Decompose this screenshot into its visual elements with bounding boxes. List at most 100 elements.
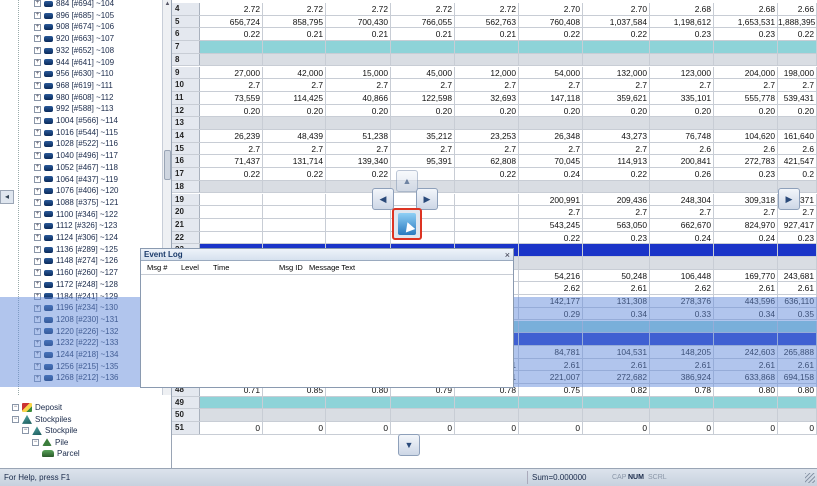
table-cell[interactable]	[391, 53, 455, 66]
table-cell[interactable]: 200,841	[650, 155, 714, 168]
table-cell[interactable]: 142,177	[519, 295, 583, 307]
table-cell[interactable]: 169,770	[714, 269, 778, 282]
tree-item[interactable]: +1268 [#212] ~136	[34, 372, 119, 384]
table-cell[interactable]	[583, 53, 650, 66]
table-cell[interactable]	[455, 409, 519, 422]
table-cell[interactable]	[263, 231, 326, 244]
table-cell[interactable]	[714, 244, 778, 256]
table-cell[interactable]: 122,598	[391, 91, 455, 104]
table-cell[interactable]: 0	[326, 422, 391, 434]
tree-item[interactable]: +992 [#588] ~113	[34, 103, 113, 115]
table-cell[interactable]: 2.7	[263, 142, 326, 155]
table-cell[interactable]: 0.21	[263, 28, 326, 41]
expand-icon[interactable]: +	[34, 152, 41, 160]
table-cell[interactable]	[778, 333, 817, 345]
row-header[interactable]: 50	[172, 409, 200, 422]
expand-icon[interactable]: +	[34, 175, 41, 183]
dock-center-target[interactable]	[392, 208, 422, 240]
table-cell[interactable]: 0.22	[455, 168, 519, 180]
table-cell[interactable]: 0.20	[263, 104, 326, 117]
table-cell[interactable]: 1,037,584	[583, 15, 650, 28]
table-cell[interactable]: 2.7	[200, 79, 263, 91]
table-cell[interactable]: 272,783	[714, 155, 778, 168]
col-msg-id[interactable]: Msg ID	[279, 261, 303, 275]
table-cell[interactable]: 0.33	[650, 307, 714, 320]
table-cell[interactable]	[714, 320, 778, 333]
table-cell[interactable]: 0.29	[519, 307, 583, 320]
table-cell[interactable]	[650, 41, 714, 53]
table-cell[interactable]	[519, 396, 583, 409]
table-cell[interactable]	[778, 117, 817, 129]
row-header[interactable]: 22	[172, 231, 200, 244]
expand-icon[interactable]: +	[34, 210, 41, 218]
table-cell[interactable]: 114,913	[583, 155, 650, 168]
table-cell[interactable]: 73,559	[200, 91, 263, 104]
table-cell[interactable]	[519, 244, 583, 256]
table-cell[interactable]: 0.20	[519, 104, 583, 117]
table-cell[interactable]	[778, 396, 817, 409]
table-cell[interactable]: 2.61	[650, 358, 714, 371]
table-cell[interactable]	[519, 117, 583, 129]
table-cell[interactable]: 40,866	[326, 91, 391, 104]
tree-collapse-left-icon[interactable]: ◂	[0, 190, 14, 204]
table-cell[interactable]: 2.68	[714, 3, 778, 15]
table-cell[interactable]	[200, 218, 263, 231]
table-cell[interactable]	[455, 206, 519, 218]
table-cell[interactable]: 2.7	[583, 79, 650, 91]
table-cell[interactable]: 539,431	[778, 91, 817, 104]
table-cell[interactable]	[326, 396, 391, 409]
table-cell[interactable]: 0	[650, 422, 714, 434]
table-cell[interactable]: 2.72	[200, 3, 263, 15]
table-row[interactable]: 17 0.22 0.22 0.22 0.22 0.24 0.22 0.26 0.23 0.2	[172, 168, 817, 181]
table-cell[interactable]: 1,888,395	[778, 15, 817, 28]
table-cell[interactable]: 421,547	[778, 155, 817, 168]
table-cell[interactable]	[650, 257, 714, 269]
table-cell[interactable]: 2.6	[778, 142, 817, 155]
table-cell[interactable]: 54,000	[519, 66, 583, 79]
table-cell[interactable]	[583, 396, 650, 409]
table-cell[interactable]: 54,216	[519, 269, 583, 282]
table-cell[interactable]: 0.24	[714, 231, 778, 244]
table-cell[interactable]	[263, 180, 326, 193]
table-cell[interactable]: 0.24	[519, 168, 583, 180]
table-cell[interactable]: 0.22	[519, 28, 583, 41]
table-cell[interactable]: 0.20	[650, 104, 714, 117]
col-msg-num[interactable]: Msg #	[147, 261, 167, 275]
table-cell[interactable]: 0.20	[326, 104, 391, 117]
table-cell[interactable]	[455, 218, 519, 231]
table-cell[interactable]: 0.20	[391, 104, 455, 117]
table-row[interactable]: 15 2.7 2.7 2.7 2.7 2.7 2.7 2.7 2.6 2.6 2.6	[172, 142, 817, 156]
table-cell[interactable]: 662,670	[650, 218, 714, 231]
table-cell[interactable]: 131,714	[263, 155, 326, 168]
table-cell[interactable]	[519, 333, 583, 345]
tree-item-stock[interactable]: − Stockpiles	[12, 414, 71, 426]
table-cell[interactable]	[714, 53, 778, 66]
row-header[interactable]: 18	[172, 180, 200, 193]
table-cell[interactable]: 272,682	[583, 371, 650, 383]
table-cell[interactable]: 2.61	[714, 282, 778, 295]
table-cell[interactable]: 2.7	[714, 206, 778, 218]
table-cell[interactable]	[263, 409, 326, 422]
table-cell[interactable]: 543,245	[519, 218, 583, 231]
table-cell[interactable]: 278,376	[650, 295, 714, 307]
tree-item[interactable]: +1172 [#248] ~128	[34, 279, 118, 291]
table-cell[interactable]: 48,439	[263, 130, 326, 142]
row-header[interactable]: 20	[172, 206, 200, 218]
table-cell[interactable]: 0.22	[200, 168, 263, 180]
table-cell[interactable]: 2.6	[714, 142, 778, 155]
table-row[interactable]: 7	[172, 41, 817, 54]
row-header[interactable]: 49	[172, 396, 200, 409]
table-cell[interactable]: 2.7	[519, 206, 583, 218]
table-cell[interactable]: 35,212	[391, 130, 455, 142]
table-cell[interactable]: 0.80	[778, 384, 817, 396]
table-cell[interactable]	[200, 53, 263, 66]
row-header[interactable]: 7	[172, 41, 200, 53]
table-cell[interactable]: 0.21	[326, 28, 391, 41]
expand-icon[interactable]: +	[34, 222, 41, 230]
table-cell[interactable]: 0.23	[778, 231, 817, 244]
table-cell[interactable]: 0.20	[583, 104, 650, 117]
table-cell[interactable]	[200, 41, 263, 53]
table-cell[interactable]	[455, 41, 519, 53]
tree-panel[interactable]: +884 [#694] ~104 +896 [#685] ~105 +908 [#6…	[0, 0, 172, 468]
tree-item-deposit[interactable]: − Deposit	[12, 402, 62, 414]
